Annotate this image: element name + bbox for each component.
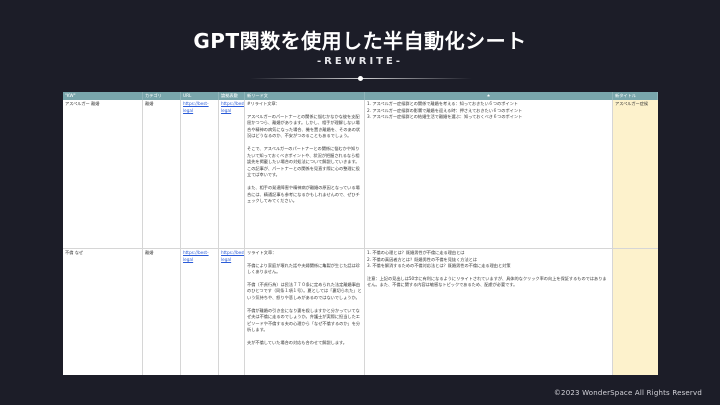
star-line: 1. 不倫の心理とは？既婚男性が不倫に走る理由とは (367, 250, 465, 255)
divider-left (250, 78, 360, 79)
table-row: 不倫 なぜ 離婚 https://best-legal https://best… (63, 249, 658, 375)
cell-star[interactable]: 1. 不倫の心理とは？既婚男性が不倫に走る理由とは 2. 不倫の真因者方とは？既… (365, 249, 613, 375)
star-line: 3. 不倫を解消するための不倫対応法とは？既婚男性の不倫に走る理由と対策 (367, 263, 511, 269)
divider-right (362, 78, 472, 79)
lead-paragraph: 不倫により家庭が壊れた話や夫婦関係に亀裂が生じた話は珍しくありません。 (247, 262, 360, 275)
lead-paragraph: 夫が不倫していた場合の対応も合わせて解説します。 (247, 339, 347, 345)
table-row: アスペルガー 離婚 離婚 https://best-legal https://… (63, 100, 658, 249)
column-header-kw[interactable]: "KW" (63, 92, 143, 100)
cell-url-link[interactable]: https://best-legal (181, 249, 219, 375)
cell-source-link[interactable]: https://best-legal (219, 100, 245, 248)
cell-new-title[interactable] (613, 249, 658, 375)
column-header-new-lead[interactable]: 新リード文 (245, 92, 365, 100)
cell-url-link[interactable]: https://best-legal (181, 100, 219, 248)
column-header-star[interactable]: ★ (365, 92, 613, 100)
lead-paragraph: そこで、アスペルガーのパートナーとの関係に悩むかや知りたいて知っておくべきポイン… (247, 145, 360, 178)
cell-new-lead[interactable]: #リライト文章： アスペルガーのパートナーとの関係に悩むかなかな彼を支配屈かつつ… (245, 100, 365, 248)
cell-star[interactable]: 1. アスペルガー症候群との関係で離婚を考える：知っておきたい６つのポイント 2… (365, 100, 613, 248)
lead-paragraph: アスペルガーのパートナーとの関係に悩むかなかな彼を支配屈かつつら、離婚があります… (247, 113, 361, 139)
lead-paragraph: 不倫が離婚の引き金になり妻を殺しますかと分かっていてなぜ夫は不倫に走るのでしょう… (247, 307, 361, 333)
cell-new-title[interactable]: アスペルガー症候 (613, 100, 658, 248)
cell-category[interactable]: 離婚 (143, 100, 181, 248)
cell-new-lead[interactable]: リライト文章： 不倫により家庭が壊れた話や夫婦関係に亀裂が生じた話は珍しくありま… (245, 249, 365, 375)
lead-paragraph: 不倫（不貞行為）は民法７７０条に定められた法定離婚事由のひとつです（同条１項１号… (247, 281, 362, 300)
lead-paragraph: #リライト文章： (247, 101, 280, 106)
header-row: "KW" カテゴリ URL 論拠表敷 新リード文 ★ 新タイトル (63, 92, 658, 100)
copyright: ©2023 WonderSpace All Rights Reservd (553, 389, 702, 397)
cell-category[interactable]: 離婚 (143, 249, 181, 375)
page-subtitle: -REWRITE- (317, 56, 403, 67)
column-header-category[interactable]: カテゴリ (143, 92, 181, 100)
star-note: 注意：上記の見出しは50字に有利になるようにリライトされていますが、具体的なクリ… (367, 275, 607, 288)
column-header-url[interactable]: URL (181, 92, 219, 100)
star-line: 3. アスペルガー症候群との結婚生活で離婚を選ぶ：知っておくべき６つのポイント (367, 114, 523, 120)
cell-source-link[interactable]: https://best-legal (219, 249, 245, 375)
star-line: 1. アスペルガー症候群との関係で離婚を考える：知っておきたい６つのポイント (367, 101, 518, 106)
lead-paragraph: また、相手の発達障害や精神病が離婚の原因となっている場合には、精通記事も参考にな… (247, 184, 360, 204)
spreadsheet: "KW" カテゴリ URL 論拠表敷 新リード文 ★ 新タイトル アスペルガー … (63, 92, 658, 375)
cell-kw[interactable]: 不倫 なぜ (63, 249, 143, 375)
cell-kw[interactable]: アスペルガー 離婚 (63, 100, 143, 248)
column-header-source[interactable]: 論拠表敷 (219, 92, 245, 100)
column-header-new-title[interactable]: 新タイトル (613, 92, 658, 100)
page-title: GPT関数を使用した半自動化シート (193, 29, 527, 53)
lead-paragraph: リライト文章： (247, 250, 277, 255)
